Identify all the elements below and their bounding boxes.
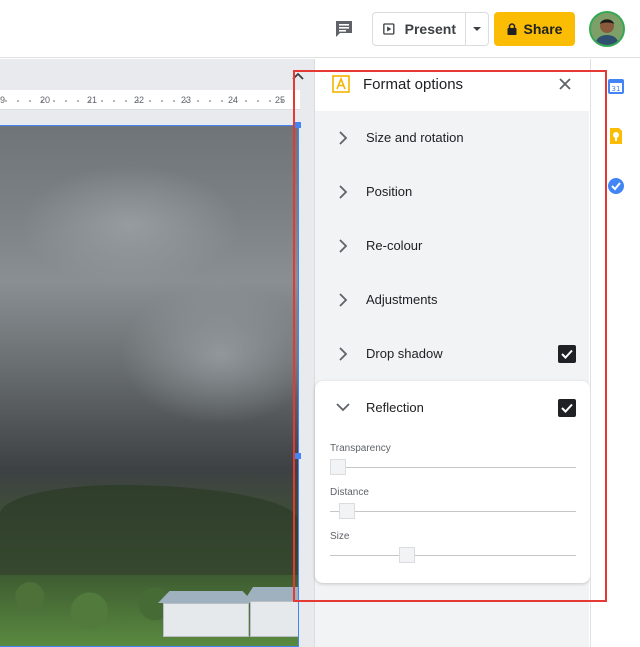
caret-down-icon <box>473 27 481 31</box>
section-label: Size and rotation <box>366 130 464 145</box>
distance-label: Distance <box>330 487 369 498</box>
chevron-down-icon <box>336 403 350 412</box>
lock-icon <box>507 23 517 35</box>
slide-canvas: 9 20 21 22 23 24 25 <box>0 59 314 647</box>
ruler-tick: 24 <box>228 95 239 105</box>
distance-slider-track[interactable] <box>330 511 576 512</box>
house-roof <box>158 591 254 603</box>
ruler-tick: 25 <box>275 95 286 105</box>
chevron-right-icon <box>339 131 348 145</box>
share-button[interactable]: Share <box>494 12 575 46</box>
horizontal-ruler: 9 20 21 22 23 24 25 <box>0 90 300 110</box>
present-options-dropdown[interactable] <box>466 13 488 45</box>
keep-icon[interactable] <box>607 127 625 145</box>
user-photo-icon <box>591 13 623 45</box>
section-position[interactable]: Position <box>315 165 590 219</box>
cloud-shape <box>120 285 298 425</box>
transparency-slider-thumb[interactable] <box>330 459 346 475</box>
reflection-card: Reflection Transparency Distance Size <box>315 381 590 583</box>
reflection-checkbox[interactable] <box>558 399 576 417</box>
comment-history-button[interactable] <box>330 15 358 43</box>
section-reflection[interactable]: Reflection <box>315 381 590 435</box>
size-label: Size <box>330 531 350 542</box>
panel-title: Format options <box>363 76 464 93</box>
transparency-label: Transparency <box>330 443 391 454</box>
chevron-right-icon <box>339 239 348 253</box>
section-size-and-rotation[interactable]: Size and rotation <box>315 111 590 165</box>
calendar-icon[interactable]: 31 <box>607 77 625 95</box>
present-button-group: Present <box>372 12 489 46</box>
ruler-tick: 21 <box>87 95 98 105</box>
ruler-tick: 20 <box>40 95 51 105</box>
resize-handle[interactable] <box>295 453 301 459</box>
cloud-shape <box>20 165 240 285</box>
section-label: Reflection <box>366 400 424 415</box>
landscape-image[interactable] <box>0 125 298 647</box>
size-slider-track[interactable] <box>330 555 576 556</box>
present-icon <box>383 23 395 35</box>
section-label: Drop shadow <box>366 346 443 361</box>
side-panel-rail: 31 <box>590 59 640 647</box>
chevron-right-icon <box>339 347 348 361</box>
section-recolour[interactable]: Re-colour <box>315 219 590 273</box>
tasks-icon[interactable] <box>607 177 625 195</box>
present-label: Present <box>404 21 456 37</box>
house-roof <box>244 587 298 601</box>
close-icon[interactable] <box>557 76 573 92</box>
share-label: Share <box>523 21 563 37</box>
size-slider-thumb[interactable] <box>399 547 415 563</box>
ruler-tick: 9 <box>0 95 6 105</box>
account-avatar[interactable] <box>589 11 625 47</box>
ruler-tick: 23 <box>181 95 192 105</box>
section-label: Re-colour <box>366 238 423 253</box>
format-options-panel: Format options Size and rotation Positio… <box>314 59 590 647</box>
house-shape <box>250 601 298 637</box>
ruler-tick: 22 <box>134 95 145 105</box>
comment-icon <box>336 21 352 37</box>
panel-header: Format options <box>315 59 590 111</box>
section-label: Adjustments <box>366 292 438 307</box>
transparency-slider-track[interactable] <box>330 467 576 468</box>
distance-slider-thumb[interactable] <box>339 503 356 519</box>
svg-text:31: 31 <box>612 85 621 93</box>
resize-handle[interactable] <box>295 122 301 128</box>
chevron-right-icon <box>339 293 348 307</box>
chevron-up-icon[interactable] <box>291 69 305 83</box>
format-text-icon <box>332 75 350 93</box>
drop-shadow-checkbox[interactable] <box>558 345 576 363</box>
section-adjustments[interactable]: Adjustments <box>315 273 590 327</box>
section-drop-shadow[interactable]: Drop shadow <box>315 327 590 381</box>
section-label: Position <box>366 184 413 199</box>
checkmark-icon <box>561 403 573 413</box>
chevron-right-icon <box>339 185 348 199</box>
house-shape <box>163 603 249 637</box>
present-button[interactable]: Present <box>373 13 466 45</box>
checkmark-icon <box>561 349 573 359</box>
top-toolbar: Present Share <box>0 0 640 58</box>
